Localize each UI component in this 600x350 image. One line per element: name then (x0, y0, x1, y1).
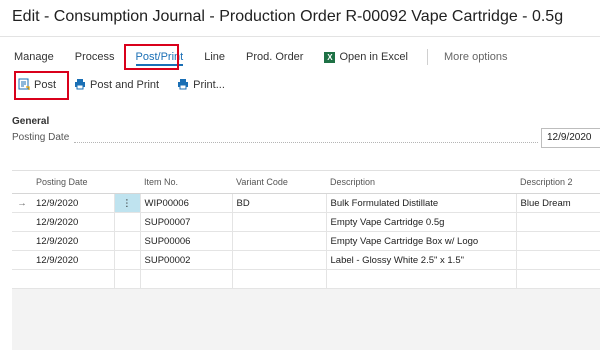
printer-icon (74, 78, 86, 93)
cell-posting-date[interactable]: 12/9/2020 (32, 212, 115, 232)
cell-description[interactable]: Bulk Formulated Distillate (326, 193, 517, 213)
cell-description-2[interactable] (516, 269, 600, 289)
print-label: Print... (193, 79, 225, 91)
field-leader-dots (74, 142, 538, 143)
cell-description[interactable] (326, 269, 517, 289)
cell-description-2[interactable] (516, 231, 600, 251)
row-menu-cell[interactable] (114, 250, 141, 270)
cell-description-2[interactable]: Blue Dream (516, 193, 600, 213)
menu-open-in-excel[interactable]: X Open in Excel (324, 47, 408, 67)
cell-item-no[interactable]: SUP00002 (140, 250, 233, 270)
table-row[interactable]: 12/9/2020 SUP00006 Empty Vape Cartridge … (12, 231, 600, 251)
cell-description-2[interactable] (516, 250, 600, 270)
printer-icon (177, 78, 189, 93)
excel-icon: X (324, 51, 336, 63)
cell-variant-code[interactable] (232, 212, 327, 232)
cell-description[interactable]: Empty Vape Cartridge 0.5g (326, 212, 517, 232)
table-row[interactable]: 12/9/2020 SUP00002 Label - Glossy White … (12, 250, 600, 270)
cell-posting-date[interactable]: 12/9/2020 (32, 193, 115, 213)
post-print-highlight (124, 44, 179, 70)
column-header-item-no[interactable]: Item No. (140, 171, 232, 194)
table-row-empty[interactable] (12, 269, 600, 289)
table-row[interactable]: → 12/9/2020 ⋮ WIP00006 BD Bulk Formulate… (12, 193, 600, 213)
table-header-row: Posting Date Item No. Variant Code Descr… (12, 171, 600, 194)
cell-posting-date[interactable]: 12/9/2020 (32, 250, 115, 270)
header-divider (0, 36, 600, 37)
row-menu-cell[interactable] (114, 269, 141, 289)
menu-divider (426, 49, 428, 65)
cell-item-no[interactable]: WIP00006 (140, 193, 233, 213)
cell-variant-code[interactable]: BD (232, 193, 327, 213)
column-header-description-2[interactable]: Description 2 (516, 171, 600, 194)
cell-item-no[interactable]: SUP00007 (140, 212, 233, 232)
row-indicator (12, 212, 32, 232)
row-menu-icon[interactable]: ⋮ (114, 193, 141, 213)
posting-date-label: Posting Date (12, 132, 70, 143)
cell-description-2[interactable] (516, 212, 600, 232)
column-header-posting-date[interactable]: Posting Date (32, 171, 114, 194)
column-header-description[interactable]: Description (326, 171, 516, 194)
posting-date-field[interactable]: 12/9/2020 (541, 128, 600, 148)
menu-prod-order[interactable]: Prod. Order (246, 47, 303, 67)
cell-description[interactable]: Label - Glossy White 2.5" x 1.5" (326, 250, 517, 270)
print-button[interactable]: Print... (177, 78, 225, 93)
cell-posting-date[interactable] (32, 269, 115, 289)
post-and-print-label: Post and Print (90, 79, 160, 91)
menu-process[interactable]: Process (75, 47, 115, 67)
row-menu-cell[interactable] (114, 231, 141, 251)
open-in-excel-label: Open in Excel (339, 51, 408, 63)
row-menu-cell[interactable] (114, 212, 141, 232)
row-indicator (12, 231, 32, 251)
journal-lines-table: Posting Date Item No. Variant Code Descr… (12, 171, 600, 289)
menu-more-options[interactable]: More options (444, 47, 508, 67)
current-row-arrow-icon: → (12, 193, 32, 213)
column-header-variant-code[interactable]: Variant Code (232, 171, 326, 194)
cell-description[interactable]: Empty Vape Cartridge Box w/ Logo (326, 231, 517, 251)
cell-variant-code[interactable] (232, 269, 327, 289)
cell-posting-date[interactable]: 12/9/2020 (32, 231, 115, 251)
cell-item-no[interactable] (140, 269, 233, 289)
post-button-highlight (14, 71, 69, 100)
row-indicator (12, 250, 32, 270)
journal-lines-area: Posting Date Item No. Variant Code Descr… (12, 170, 600, 350)
cell-variant-code[interactable] (232, 250, 327, 270)
cell-item-no[interactable]: SUP00006 (140, 231, 233, 251)
post-and-print-button[interactable]: Post and Print (74, 78, 159, 93)
page-title: Edit - Consumption Journal - Production … (12, 8, 564, 25)
menu-manage[interactable]: Manage (14, 47, 54, 67)
action-menubar: Manage Process Post/Print Line Prod. Ord… (14, 44, 529, 70)
cell-variant-code[interactable] (232, 231, 327, 251)
menu-line[interactable]: Line (204, 47, 225, 67)
table-row[interactable]: 12/9/2020 SUP00007 Empty Vape Cartridge … (12, 212, 600, 232)
general-section-title: General (12, 116, 50, 127)
